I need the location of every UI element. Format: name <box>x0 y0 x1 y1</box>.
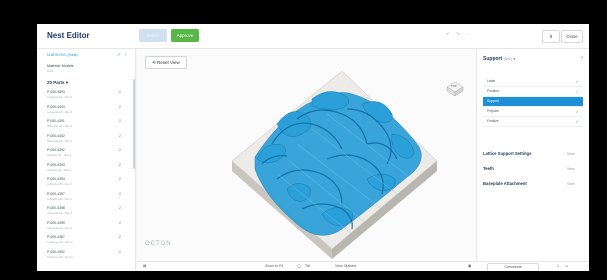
part-subtitle: Anteerile-w5 - Rev 2 <box>47 225 73 230</box>
check-icon: ✓ <box>575 109 579 114</box>
part-id[interactable]: P-000-4392 <box>47 148 65 152</box>
part-count: 2 <box>119 119 121 123</box>
part-subtitle: Lubbelts-w5 - Rev 2 <box>47 182 72 186</box>
reject-button[interactable]: Reject <box>139 29 167 42</box>
part-id[interactable]: P-000-4391 <box>47 119 65 123</box>
parts-sidebar: N-ARS-RVC (Nest) ✓ ‹ Material: Models Da… <box>37 49 136 271</box>
tab-label: Position <box>487 89 500 93</box>
part-subtitle: Lorgugal-w5 - Rev 2 <box>47 109 73 114</box>
layers-icon[interactable]: ▤ <box>143 264 146 268</box>
nest-check-icon: ✓ <box>117 52 122 58</box>
part-id[interactable]: P-000-4397 <box>47 192 65 196</box>
support-check-icon: ✓ <box>580 55 585 61</box>
check-icon: ✓ <box>575 119 579 124</box>
tab-position[interactable]: Position ✓ <box>483 87 583 97</box>
part-subtitle: Lubbelts-w5 - Rev 2 <box>47 196 72 201</box>
more-icon[interactable]: ⋯ <box>465 30 471 40</box>
app-title: Nest Editor <box>47 31 90 40</box>
support-title: Support (5/5) ▾ <box>483 56 515 62</box>
part-subtitle: Traberge-w5 - Rev 2 <box>47 240 73 244</box>
parts-header[interactable]: 20 Parts ▾ <box>47 80 68 86</box>
part-count: 2 <box>119 104 121 109</box>
support-count: (5/5) <box>503 56 512 61</box>
part-count: 2 <box>119 249 121 254</box>
parts-scrollbar[interactable] <box>133 79 135 169</box>
close-button[interactable]: Close <box>561 30 583 43</box>
view-options[interactable]: View Options <box>335 264 356 268</box>
section-lattice[interactable]: Lattice Support Settings <box>483 151 531 156</box>
part-id[interactable]: P-000-4403 <box>47 105 65 109</box>
part-id[interactable]: P-000-4402 <box>47 134 65 138</box>
3d-viewport[interactable]: ⟲ Reset View TOP OCTON <box>137 49 476 271</box>
section-teeth-value[interactable]: View <box>567 167 575 171</box>
tab-label: Prepare <box>487 109 500 113</box>
part-count: 2 <box>119 220 121 225</box>
tab-label: Label <box>487 79 496 83</box>
approve-button[interactable]: Approve <box>171 29 199 42</box>
header-bar: Nest Editor Reject Approve ↶ ↷ ⋯ 9 Close <box>37 24 589 49</box>
material-label: Material: Models <box>47 64 74 68</box>
chevron-down-icon[interactable]: ▾ <box>513 56 515 61</box>
part-subtitle: Anteerile-w5 - Rev 2 <box>47 211 73 215</box>
part-id[interactable]: P-000-4402 <box>47 250 65 254</box>
brand-watermark: OCTON <box>145 241 172 247</box>
part-id[interactable]: P-000-4387 <box>47 235 65 239</box>
tab-support[interactable]: Support <box>483 97 583 107</box>
tilt-toggle-icon[interactable]: ◯ <box>297 264 301 268</box>
comments-button[interactable]: Comments <box>487 263 539 271</box>
nest-file-label[interactable]: N-ARS-RVC (Nest) <box>47 53 78 57</box>
part-count: 2 <box>119 90 121 94</box>
tab-label: Finalize <box>487 119 499 123</box>
view-cube[interactable]: TOP <box>445 81 465 97</box>
screenshot-icon[interactable]: ▣ <box>468 264 471 268</box>
check-icon: ✓ <box>575 89 579 94</box>
section-teeth[interactable]: Teeth <box>483 166 494 171</box>
section-lattice-value[interactable]: View <box>567 152 575 156</box>
comment-icon[interactable]: ▭ <box>565 264 568 268</box>
part-count: 2 <box>119 235 121 239</box>
tab-label: Support <box>487 99 499 103</box>
viewport-toolbar: ▤ Zoom to Fit ◯ Tilt View Options ▣ Comm… <box>137 261 589 271</box>
part-id[interactable]: P-000-4399 <box>47 221 65 225</box>
collapse-icon[interactable]: ‹ <box>125 52 127 58</box>
tab-prepare[interactable]: Prepare ✓ <box>483 107 583 117</box>
part-subtitle: Siebling-w5 - Rev 2 <box>47 167 72 172</box>
tab-finalize[interactable]: Finalize ✓ <box>483 117 583 127</box>
tab-label[interactable]: Label ✓ <box>483 77 583 87</box>
part-subtitle: Lorgugal-w5 - Rev 2 <box>47 95 73 99</box>
part-id[interactable]: P-000-4393 <box>47 163 65 167</box>
redo-icon[interactable]: ↷ <box>455 30 461 40</box>
part-id[interactable]: P-000-4398 <box>47 206 65 210</box>
page-indicator[interactable]: 9 <box>542 30 560 43</box>
part-count: 2 <box>119 162 121 167</box>
part-subtitle: Siebling-w5 - Rev 2 <box>47 153 72 157</box>
comment-count: 1 <box>557 264 559 268</box>
part-subtitle: Mikrovisi-w5 - Rev 2 <box>47 124 73 128</box>
section-baseplate[interactable]: Baseplate Attachment <box>483 181 527 186</box>
part-subtitle: Traberge-w5 - Rev 2 <box>47 254 73 259</box>
part-count: 2 <box>119 191 121 196</box>
part-count: 2 <box>119 133 121 138</box>
material-sub: Dark <box>47 69 54 73</box>
support-title-text: Support <box>483 56 503 62</box>
nest-editor-window: Nest Editor Reject Approve ↶ ↷ ⋯ 9 Close… <box>37 24 589 271</box>
part-count: 2 <box>119 206 121 210</box>
zoom-to-fit[interactable]: Zoom to Fit <box>265 264 283 268</box>
tilt-label[interactable]: Tilt <box>305 264 310 268</box>
section-baseplate-value[interactable]: View <box>567 182 575 186</box>
part-count: 2 <box>119 177 121 181</box>
part-subtitle: Mikrovisi-w5 - Rev 2 <box>47 138 73 143</box>
view-cube-label: TOP <box>451 84 457 88</box>
part-count: 2 <box>119 148 121 152</box>
undo-icon[interactable]: ↶ <box>445 30 451 40</box>
check-icon: ✓ <box>575 79 579 84</box>
part-id[interactable]: P-000-4394 <box>47 177 65 181</box>
nest-model-render <box>231 70 438 259</box>
part-id[interactable]: P-000-4893 <box>47 90 65 94</box>
support-panel: Support (5/5) ▾ ✓ Lattice Support Settin… <box>476 49 589 271</box>
